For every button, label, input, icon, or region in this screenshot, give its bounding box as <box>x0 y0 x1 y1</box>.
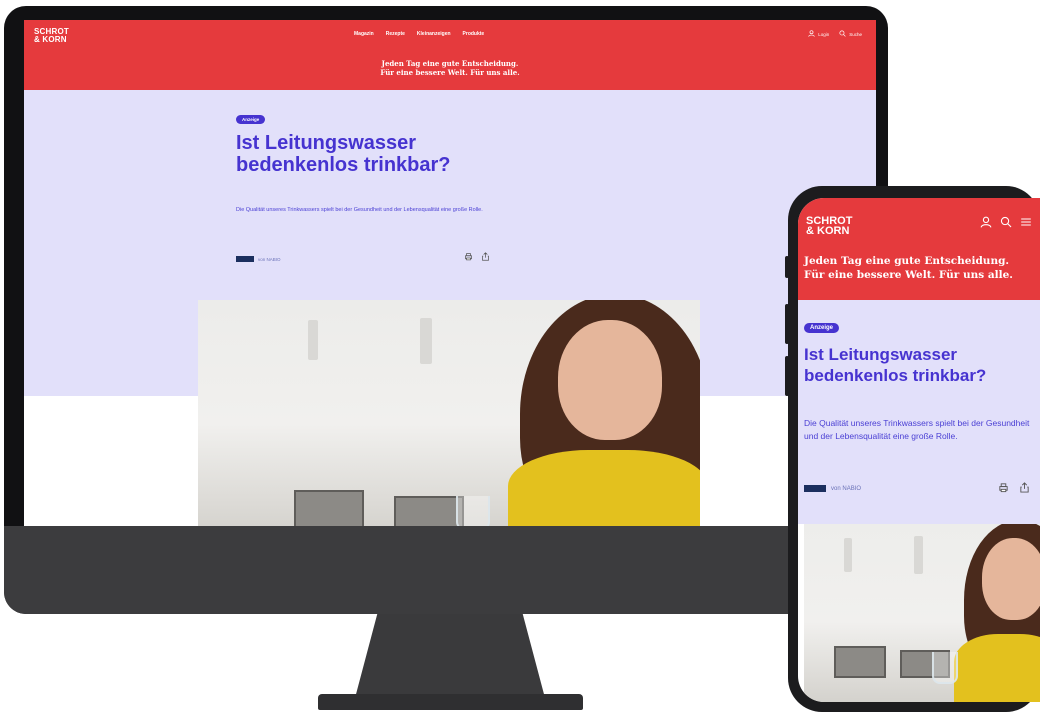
mobile-header-tools <box>980 216 1032 231</box>
imac-stand-foot <box>318 694 583 710</box>
site-claim: Jeden Tag eine gute Entscheidung. Für ei… <box>804 255 1013 281</box>
article-image <box>198 300 700 526</box>
nav-item-kleinanzeigen[interactable]: Kleinanzeigen <box>417 31 451 37</box>
phone-side-button <box>785 304 789 344</box>
article-lead: Die Qualität unseres Trinkwassers spielt… <box>804 418 1030 441</box>
kitchen-oven <box>834 646 886 678</box>
nav-item-rezepte[interactable]: Rezepte <box>386 31 405 37</box>
article-title: Ist Leitungswasser bedenkenlos trinkbar? <box>236 132 451 176</box>
mobile-header: SCHROT & KORN Jeden Tag eine gute Entsch… <box>798 198 1040 300</box>
sponsor-name: von NABIO <box>258 256 281 262</box>
mobile-screen: SCHROT & KORN Jeden Tag eine gute Entsch… <box>798 198 1040 702</box>
woman-top <box>954 634 1040 702</box>
imac-chin <box>4 526 888 614</box>
sponsor-logo <box>236 256 254 262</box>
article-actions <box>998 482 1030 496</box>
nav-item-produkte[interactable]: Produkte <box>463 31 485 37</box>
desktop-screen: SCHROT & KORN Magazin Rezepte Kleinanzei… <box>24 20 876 526</box>
imac-stand-neck <box>355 612 545 698</box>
login-button[interactable]: Login <box>808 30 829 39</box>
kitchen-lamp <box>420 318 432 364</box>
share-icon[interactable] <box>481 252 490 263</box>
kitchen-lamp <box>308 320 318 360</box>
phone-side-button <box>785 256 789 278</box>
woman-face <box>558 320 662 440</box>
phone-frame: SCHROT & KORN Jeden Tag eine gute Entsch… <box>785 186 1040 712</box>
kitchen-oven <box>294 490 364 526</box>
search-button[interactable]: Suche <box>839 30 862 39</box>
site-claim: Jeden Tag eine gute Entscheidung. Für ei… <box>380 59 520 77</box>
site-logo[interactable]: SCHROT & KORN <box>806 216 852 237</box>
article-actions <box>464 252 490 263</box>
article-title: Ist Leitungswasser bedenkenlos trinkbar? <box>804 345 987 385</box>
user-icon <box>808 30 815 39</box>
search-label: Suche <box>849 32 862 37</box>
share-icon[interactable] <box>1019 482 1030 496</box>
article-image <box>804 524 1040 702</box>
user-icon[interactable] <box>980 216 992 231</box>
kitchen-oven <box>394 496 464 526</box>
kitchen-lamp <box>844 538 852 572</box>
sponsor-name: von NABIO <box>831 485 862 492</box>
print-icon[interactable] <box>464 252 473 263</box>
print-icon[interactable] <box>998 482 1009 496</box>
article-lead: Die Qualität unseres Trinkwassers spielt… <box>236 207 483 213</box>
nav-item-magazin[interactable]: Magazin <box>354 31 374 37</box>
phone-side-button <box>785 356 789 396</box>
sponsor[interactable]: von NABIO <box>804 485 861 492</box>
ad-badge: Anzeige <box>236 115 266 124</box>
menu-icon[interactable] <box>1020 216 1032 231</box>
imac-frame: SCHROT & KORN Magazin Rezepte Kleinanzei… <box>4 6 888 614</box>
water-glass <box>456 496 490 526</box>
site-header: SCHROT & KORN Magazin Rezepte Kleinanzei… <box>24 20 876 90</box>
woman-top <box>508 450 700 526</box>
sponsor-logo <box>804 485 826 492</box>
kitchen-lamp <box>914 536 923 574</box>
sponsor[interactable]: von NABIO <box>236 256 281 262</box>
device-mockup: SCHROT & KORN Magazin Rezepte Kleinanzei… <box>0 0 1040 713</box>
main-nav: Magazin Rezepte Kleinanzeigen Produkte <box>354 31 484 37</box>
search-icon <box>839 30 846 39</box>
ad-badge: Anzeige <box>804 323 840 333</box>
woman-face <box>982 538 1040 620</box>
login-label: Login <box>818 32 830 37</box>
search-icon[interactable] <box>1000 216 1012 231</box>
water-glass <box>932 652 958 684</box>
header-tools: Login Suche <box>808 30 862 39</box>
site-logo[interactable]: SCHROT & KORN <box>34 28 69 44</box>
